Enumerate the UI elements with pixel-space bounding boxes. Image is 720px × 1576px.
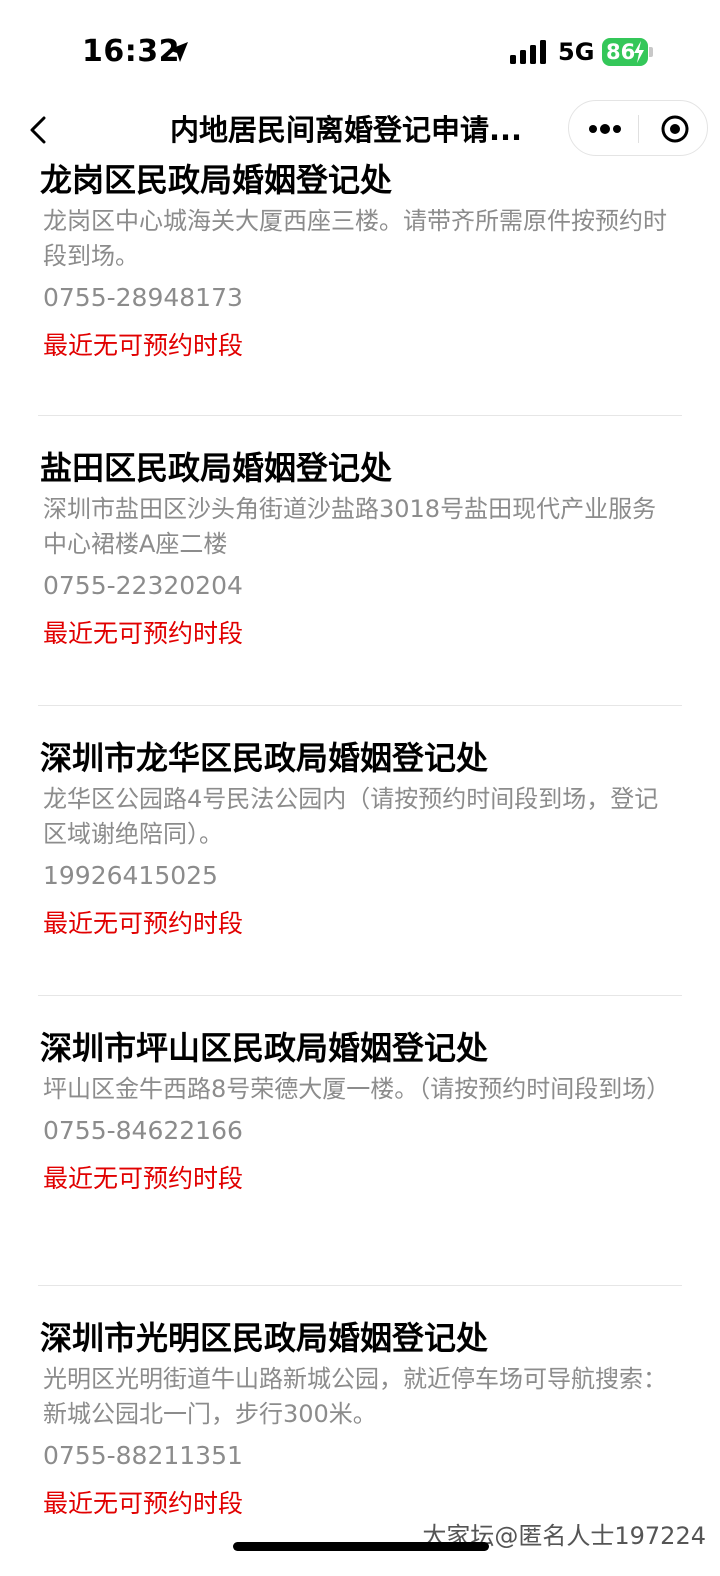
back-chevron-icon[interactable] xyxy=(20,110,60,150)
office-name: 盐田区民政局婚姻登记处 xyxy=(40,449,393,487)
office-phone[interactable]: 0755-28948173 xyxy=(38,280,682,316)
office-status: 最近无可预约时段 xyxy=(43,909,244,938)
location-arrow-icon xyxy=(168,42,188,62)
office-item-longhua[interactable]: 深圳市龙华区民政局婚姻登记处 龙华区公园路4号民法公园内（请按预约时间段到场，登… xyxy=(38,706,682,996)
capsule-divider xyxy=(638,115,639,143)
charging-bolt-icon xyxy=(634,41,644,63)
office-address: 光明区光明街道牛山路新城公园，就近停车场可导航搜索：新城公园北一门，步行300米… xyxy=(43,1365,667,1428)
office-address: 龙岗区中心城海关大厦西座三楼。请带齐所需原件按预约时段到场。 xyxy=(43,207,667,270)
office-list: 龙岗区民政局婚姻登记处 龙岗区中心城海关大厦西座三楼。请带齐所需原件按预约时段到… xyxy=(38,156,682,1576)
close-target-icon[interactable] xyxy=(653,107,697,151)
office-phone[interactable]: 0755-84622166 xyxy=(38,1113,682,1149)
office-status: 最近无可预约时段 xyxy=(43,619,244,648)
office-name: 龙岗区民政局婚姻登记处 xyxy=(40,161,393,199)
mini-program-capsule xyxy=(568,100,708,156)
office-address: 坪山区金牛西路8号荣德大厦一楼。（请按预约时间段到场） xyxy=(43,1075,671,1103)
nav-bar: 内地居民间离婚登记申请... xyxy=(0,100,720,160)
signal-icon xyxy=(510,40,546,64)
office-item-yantian[interactable]: 盐田区民政局婚姻登记处 深圳市盐田区沙头角街道沙盐路3018号盐田现代产业服务中… xyxy=(38,416,682,706)
office-phone[interactable]: 0755-88211351 xyxy=(38,1438,682,1474)
office-name: 深圳市龙华区民政局婚姻登记处 xyxy=(40,739,489,777)
more-dots-icon[interactable] xyxy=(581,107,629,151)
page-title: 内地居民间离婚登记申请... xyxy=(170,113,523,147)
office-status: 最近无可预约时段 xyxy=(43,331,244,360)
office-item-pingshan[interactable]: 深圳市坪山区民政局婚姻登记处 坪山区金牛西路8号荣德大厦一楼。（请按预约时间段到… xyxy=(38,996,682,1286)
battery-level: 86 xyxy=(606,40,636,64)
office-address: 龙华区公园路4号民法公园内（请按预约时间段到场，登记区域谢绝陪同）。 xyxy=(43,785,659,848)
office-item-longgang[interactable]: 龙岗区民政局婚姻登记处 龙岗区中心城海关大厦西座三楼。请带齐所需原件按预约时段到… xyxy=(38,156,682,416)
battery-cap xyxy=(649,47,653,57)
home-indicator[interactable] xyxy=(233,1542,489,1551)
office-name: 深圳市坪山区民政局婚姻登记处 xyxy=(40,1029,489,1067)
status-bar: 16:32 5G 86 xyxy=(0,0,720,100)
office-phone[interactable]: 0755-22320204 xyxy=(38,568,682,604)
office-address: 深圳市盐田区沙头角街道沙盐路3018号盐田现代产业服务中心裙楼A座二楼 xyxy=(43,495,657,558)
office-phone[interactable]: 19926415025 xyxy=(38,858,682,894)
network-type: 5G xyxy=(558,38,595,66)
office-name: 深圳市光明区民政局婚姻登记处 xyxy=(40,1319,489,1357)
office-status: 最近无可预约时段 xyxy=(43,1164,244,1193)
